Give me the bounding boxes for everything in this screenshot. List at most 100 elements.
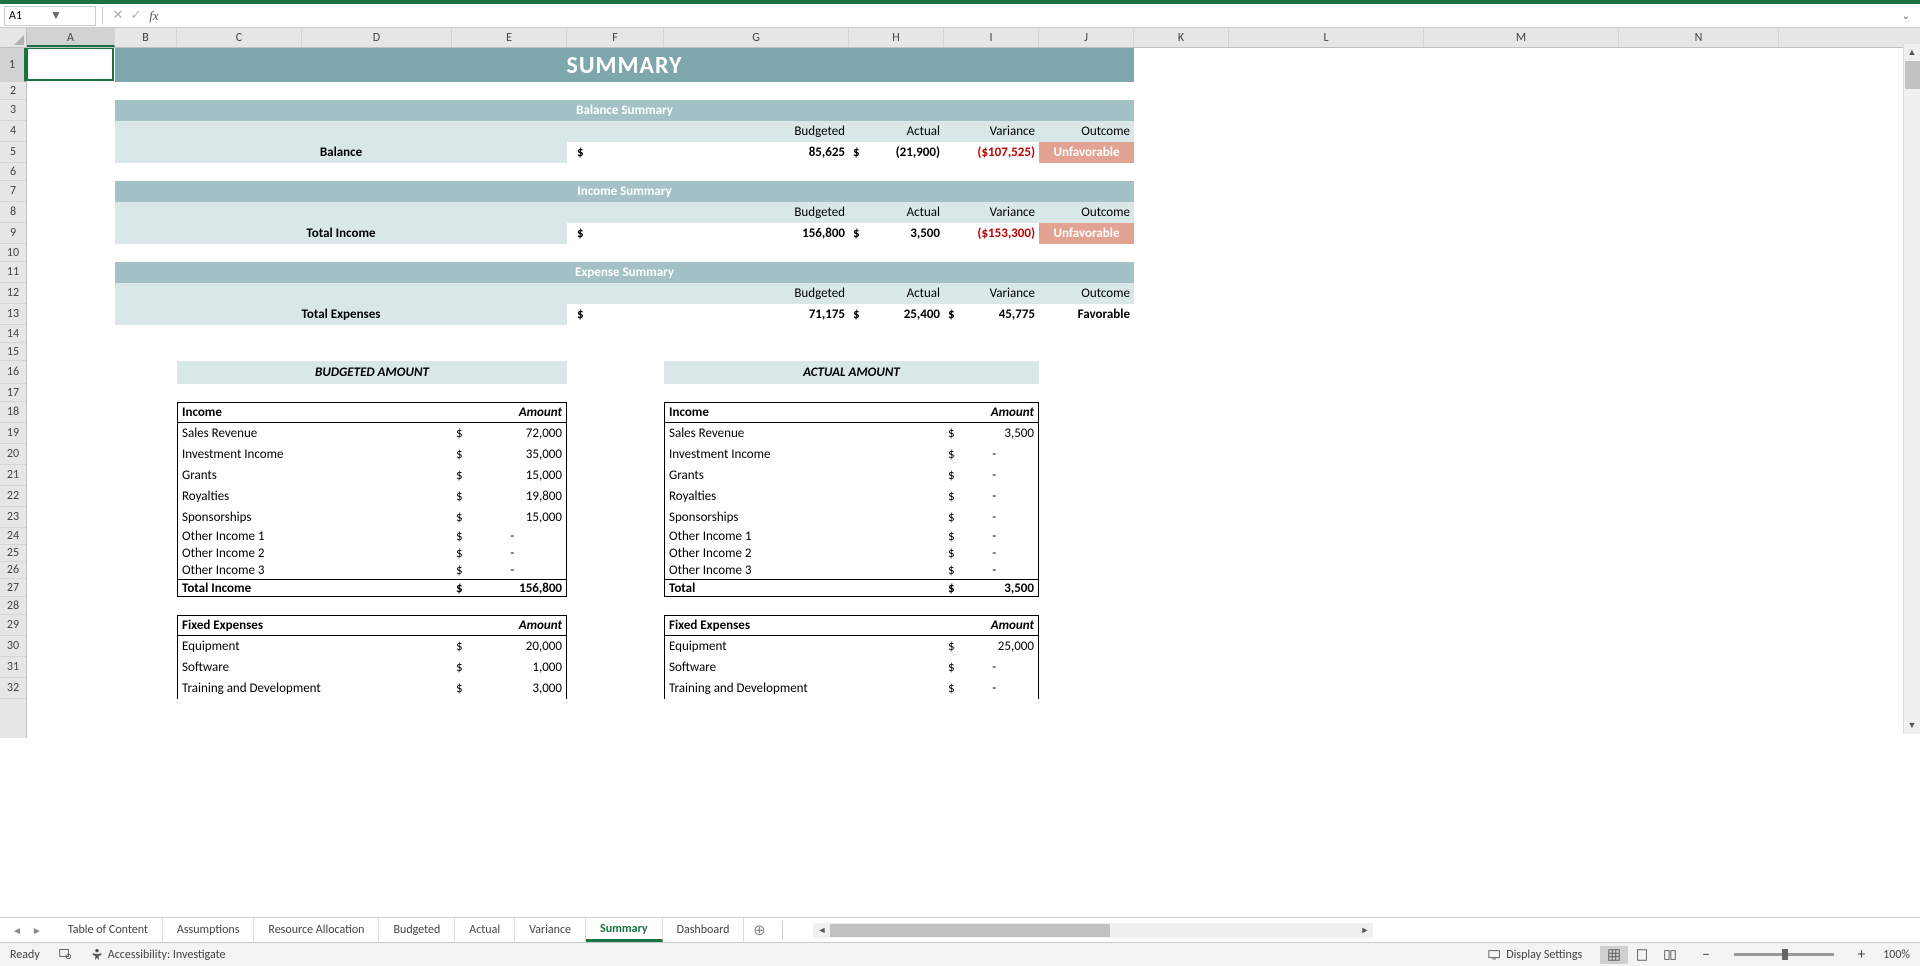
row-header-28[interactable]: 28 <box>0 597 26 615</box>
cell-G31[interactable]: Software <box>664 657 944 678</box>
row-header-19[interactable]: 19 <box>0 423 26 444</box>
cell-B11[interactable]: Expense Summary <box>115 262 1134 283</box>
cell-E24[interactable]: $- <box>452 528 567 545</box>
cell-E25[interactable]: $- <box>452 545 567 562</box>
cell-G13[interactable]: 71,175 <box>664 304 849 325</box>
cell-H5[interactable]: $(21,900) <box>849 142 944 163</box>
row-header-5[interactable]: 5 <box>0 142 26 163</box>
row-header-7[interactable]: 7 <box>0 181 26 202</box>
cell-G29[interactable]: Fixed Expenses <box>664 615 944 636</box>
col-header-C[interactable]: C <box>177 28 302 47</box>
tab-dashboard[interactable]: Dashboard <box>663 918 745 942</box>
row-header-16[interactable]: 16 <box>0 361 26 384</box>
cell-E20[interactable]: $35,000 <box>452 444 567 465</box>
cell-G21[interactable]: Grants <box>664 465 944 486</box>
row-header-31[interactable]: 31 <box>0 657 26 678</box>
zoom-level[interactable]: 100% <box>1883 948 1910 962</box>
cell-C19[interactable]: Sales Revenue <box>177 423 452 444</box>
row-header-29[interactable]: 29 <box>0 615 26 636</box>
cell-E30[interactable]: $20,000 <box>452 636 567 657</box>
cell-I25[interactable]: $- <box>944 545 1039 562</box>
cell-H9[interactable]: $3,500 <box>849 223 944 244</box>
grid[interactable]: 1234567891011121314151617181920212223242… <box>0 48 1920 738</box>
cell-C20[interactable]: Investment Income <box>177 444 452 465</box>
cell-E18[interactable]: Amount <box>452 402 567 423</box>
tab-summary[interactable]: Summary <box>586 918 663 942</box>
col-header-J[interactable]: J <box>1039 28 1134 47</box>
cell-G19[interactable]: Sales Revenue <box>664 423 944 444</box>
cells-area[interactable]: SUMMARYBalance SummaryBudgetedActualVari… <box>27 48 1920 738</box>
vertical-scroll-thumb[interactable] <box>1905 61 1920 89</box>
cell-B13[interactable]: Total Expenses <box>115 304 567 325</box>
cell-G4[interactable]: Budgeted <box>664 121 849 142</box>
zoom-out-button[interactable]: − <box>1702 946 1709 964</box>
row-header-21[interactable]: 21 <box>0 465 26 486</box>
cell-B12[interactable] <box>115 283 664 304</box>
cell-I20[interactable]: $- <box>944 444 1039 465</box>
col-header-M[interactable]: M <box>1424 28 1619 47</box>
row-header-30[interactable]: 30 <box>0 636 26 657</box>
cell-B7[interactable]: Income Summary <box>115 181 1134 202</box>
cancel-icon[interactable]: ✕ <box>109 8 127 23</box>
row-header-13[interactable]: 13 <box>0 304 26 325</box>
cell-I27[interactable]: $3,500 <box>944 579 1039 597</box>
cell-E29[interactable]: Amount <box>452 615 567 636</box>
macro-record-icon[interactable] <box>58 946 72 964</box>
cell-I8[interactable]: Variance <box>944 202 1039 223</box>
view-normal-icon[interactable] <box>1600 946 1628 964</box>
col-header-D[interactable]: D <box>302 28 452 47</box>
tab-resource-allocation[interactable]: Resource Allocation <box>254 918 379 942</box>
cell-B3[interactable]: Balance Summary <box>115 100 1134 121</box>
row-header-32[interactable]: 32 <box>0 678 26 699</box>
formula-input[interactable] <box>163 6 1902 26</box>
cell-G24[interactable]: Other Income 1 <box>664 528 944 545</box>
cell-C32[interactable]: Training and Development <box>177 678 452 699</box>
cell-I19[interactable]: $3,500 <box>944 423 1039 444</box>
cell-I13[interactable]: $45,775 <box>944 304 1039 325</box>
cell-J4[interactable]: Outcome <box>1039 121 1134 142</box>
col-header-E[interactable]: E <box>452 28 567 47</box>
col-header-K[interactable]: K <box>1134 28 1229 47</box>
cell-I32[interactable]: $- <box>944 678 1039 699</box>
horizontal-scrollbar[interactable]: ◄ ► <box>813 923 1373 938</box>
display-settings-button[interactable]: Display Settings <box>1488 948 1582 962</box>
col-header-H[interactable]: H <box>849 28 944 47</box>
row-header-12[interactable]: 12 <box>0 283 26 304</box>
tab-table-of-content[interactable]: Table of Content <box>54 918 163 942</box>
cell-G27[interactable]: Total <box>664 579 944 597</box>
cell-E19[interactable]: $72,000 <box>452 423 567 444</box>
cell-G22[interactable]: Royalties <box>664 486 944 507</box>
row-header-23[interactable]: 23 <box>0 507 26 528</box>
cell-I23[interactable]: $- <box>944 507 1039 528</box>
cell-C30[interactable]: Equipment <box>177 636 452 657</box>
view-page-break-icon[interactable] <box>1656 946 1684 964</box>
name-box[interactable]: A1 ▼ <box>4 6 96 26</box>
row-header-20[interactable]: 20 <box>0 444 26 465</box>
cell-J8[interactable]: Outcome <box>1039 202 1134 223</box>
cell-G18[interactable]: Income <box>664 402 944 423</box>
tab-budgeted[interactable]: Budgeted <box>379 918 455 942</box>
cell-I24[interactable]: $- <box>944 528 1039 545</box>
cell-J12[interactable]: Outcome <box>1039 283 1134 304</box>
vertical-scrollbar[interactable]: ▲ ▼ <box>1903 44 1920 734</box>
row-header-14[interactable]: 14 <box>0 325 26 343</box>
cell-C27[interactable]: Total Income <box>177 579 452 597</box>
cell-G23[interactable]: Sponsorships <box>664 507 944 528</box>
cell-I9[interactable]: ($153,300) <box>944 223 1039 244</box>
cell-C16[interactable]: BUDGETED AMOUNT <box>177 361 567 384</box>
cell-I26[interactable]: $- <box>944 562 1039 579</box>
tab-next-icon[interactable]: ► <box>32 924 42 937</box>
cell-J5[interactable]: Unfavorable <box>1039 142 1134 163</box>
expand-formula-icon[interactable]: ⌄ <box>1902 9 1910 22</box>
cell-I21[interactable]: $- <box>944 465 1039 486</box>
row-header-1[interactable]: 1 <box>0 48 26 82</box>
cell-B9[interactable]: Total Income <box>115 223 567 244</box>
cell-G32[interactable]: Training and Development <box>664 678 944 699</box>
zoom-in-button[interactable]: + <box>1858 946 1865 964</box>
cell-G5[interactable]: 85,625 <box>664 142 849 163</box>
cell-B8[interactable] <box>115 202 664 223</box>
cell-E31[interactable]: $1,000 <box>452 657 567 678</box>
row-header-2[interactable]: 2 <box>0 82 26 100</box>
col-header-B[interactable]: B <box>115 28 177 47</box>
cell-G30[interactable]: Equipment <box>664 636 944 657</box>
